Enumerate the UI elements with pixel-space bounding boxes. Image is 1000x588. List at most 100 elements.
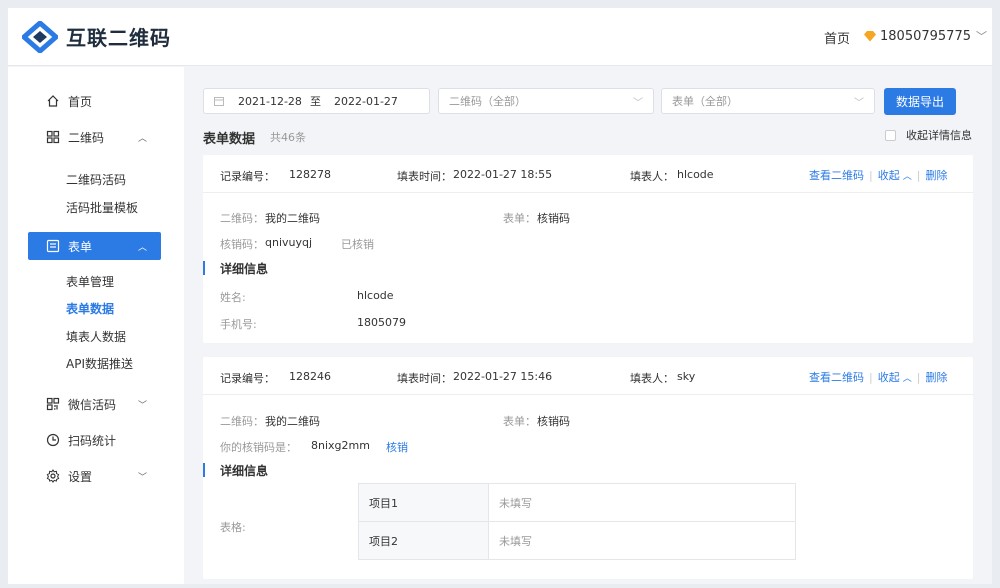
- record-header: 记录编号： 128278 填表时间： 2022-01-27 18:55 填表人：…: [203, 155, 973, 193]
- export-button[interactable]: 数据导出: [884, 88, 956, 115]
- detail-title: 详细信息: [220, 262, 269, 276]
- code-value: qnivuyqj: [265, 236, 313, 249]
- sidebar-subitem-form-data[interactable]: 表单数据: [66, 300, 114, 317]
- diamond-icon: [864, 31, 876, 42]
- record-actions: 查看二维码 | 收起 ︿ | 删除: [809, 369, 947, 385]
- view-qrcode-link[interactable]: 查看二维码: [809, 167, 864, 183]
- field-label: 姓名:: [220, 291, 246, 304]
- record-id: 128246: [289, 370, 331, 383]
- chevron-up-icon[interactable]: ︿: [903, 371, 912, 384]
- date-start[interactable]: 2021-12-28: [238, 95, 310, 108]
- record-header: 记录编号： 128246 填表时间： 2022-01-27 15:46 填表人：…: [203, 357, 973, 395]
- qrcode-filter-value: 二维码（全部）: [449, 95, 526, 108]
- wechat-qr-icon: [46, 397, 60, 411]
- qrcode-label: 二维码：: [220, 212, 264, 225]
- sidebar-subitem-form-manage[interactable]: 表单管理: [66, 273, 114, 290]
- delete-link[interactable]: 删除: [925, 369, 947, 385]
- form-filter-value: 表单（全部）: [672, 95, 738, 108]
- gear-icon: [46, 469, 60, 483]
- collapse-link[interactable]: 收起: [878, 369, 900, 385]
- sidebar-item-home[interactable]: 首页: [28, 87, 161, 115]
- divider: |: [916, 370, 921, 384]
- date-end[interactable]: 2022-01-27: [334, 95, 398, 108]
- sidebar: 首页 二维码 ︿ 二维码活码 活码批量模板 表单 ︿ 表单管理 表单数据 填表人…: [8, 67, 184, 584]
- code-status: 已核销: [341, 238, 374, 251]
- record-time-label: 填表时间：: [397, 372, 452, 385]
- record-time: 2022-01-27 18:55: [453, 168, 553, 181]
- qrcode-filter-select[interactable]: 二维码（全部） ﹀: [438, 88, 654, 114]
- user-phone: 18050795775: [880, 28, 971, 44]
- sidebar-item-scan-stats[interactable]: 扫码统计: [28, 426, 161, 454]
- delete-link[interactable]: 删除: [925, 167, 947, 183]
- sidebar-item-settings[interactable]: 设置 ﹀: [28, 462, 161, 490]
- code-label: 核销码：: [220, 238, 264, 251]
- qrcode-label: 二维码：: [220, 415, 264, 428]
- sidebar-item-qrcode[interactable]: 二维码 ︿: [28, 123, 161, 151]
- page-title: 表单数据: [203, 132, 256, 147]
- date-range-picker[interactable]: 2021-12-28 至 2022-01-27: [203, 88, 430, 114]
- divider: |: [869, 168, 873, 182]
- sidebar-item-label: 表单: [68, 239, 93, 254]
- app-frame: 互联二维码 首页 18050795775 ﹀ 首页 二维码 ︿ 二维码活码 活码…: [8, 8, 992, 584]
- table-row: 项目2 未填写: [358, 521, 796, 560]
- detail-marker: [203, 261, 205, 275]
- code-label: 你的核销码是：: [220, 441, 297, 454]
- table-cell-item: 项目2: [358, 521, 489, 560]
- record-id-label: 记录编号：: [220, 170, 275, 183]
- sidebar-subitem-batch-template[interactable]: 活码批量模板: [66, 199, 138, 216]
- qrcode-icon: [46, 130, 60, 144]
- chevron-up-icon[interactable]: ︿: [903, 169, 912, 182]
- record-filler-label: 填表人：: [630, 372, 674, 385]
- record-id: 128278: [289, 168, 331, 181]
- top-header: 互联二维码 首页 18050795775 ﹀: [8, 8, 992, 66]
- chevron-down-icon: ﹀: [975, 30, 987, 43]
- sidebar-subitem-api-push[interactable]: API数据推送: [66, 355, 133, 372]
- field-value: hlcode: [357, 289, 394, 302]
- sidebar-subitem-filler-data[interactable]: 填表人数据: [66, 328, 126, 345]
- collapse-link[interactable]: 收起: [878, 167, 900, 183]
- form-value: 核销码: [537, 212, 570, 225]
- record-time-label: 填表时间：: [397, 170, 452, 183]
- brand-logo-icon: [22, 21, 58, 53]
- detail-marker: [203, 463, 205, 477]
- table-row: 项目1 未填写: [358, 483, 796, 522]
- detail-table: 项目1 未填写 项目2 未填写: [358, 483, 796, 560]
- form-icon: [46, 239, 60, 253]
- form-label: 表单：: [503, 212, 536, 225]
- brand-name: 互联二维码: [66, 26, 171, 50]
- record-card: 记录编号： 128278 填表时间： 2022-01-27 18:55 填表人：…: [203, 155, 973, 343]
- sidebar-item-label: 设置: [68, 469, 93, 484]
- date-separator: 至: [310, 95, 321, 108]
- table-cell-value: 未填写: [488, 521, 796, 560]
- collapse-details-checkbox[interactable]: [885, 129, 896, 141]
- sidebar-item-label: 二维码: [68, 130, 105, 145]
- sidebar-subitem-qrcode-live[interactable]: 二维码活码: [66, 171, 126, 188]
- record-count: 共46条: [270, 131, 306, 144]
- calendar-icon: [214, 97, 224, 106]
- form-filter-select[interactable]: 表单（全部） ﹀: [661, 88, 875, 114]
- chevron-down-icon: ﹀: [137, 400, 147, 411]
- form-value: 核销码: [537, 415, 570, 428]
- verify-code-link[interactable]: 核销: [386, 439, 408, 455]
- chevron-up-icon: ︿: [137, 133, 147, 144]
- user-menu[interactable]: 18050795775 ﹀: [864, 28, 987, 44]
- collapse-details-toggle[interactable]: 收起详情信息: [885, 127, 972, 143]
- clock-icon: [46, 433, 60, 447]
- qrcode-value: 我的二维码: [265, 415, 320, 428]
- header-home-link[interactable]: 首页: [824, 28, 850, 47]
- field-value: 1805079: [357, 316, 406, 329]
- record-filler: sky: [677, 370, 696, 383]
- record-id-label: 记录编号：: [220, 372, 275, 385]
- sidebar-item-label: 首页: [68, 94, 93, 109]
- form-label: 表单：: [503, 415, 536, 428]
- record-time: 2022-01-27 15:46: [453, 370, 553, 383]
- field-label: 手机号:: [220, 318, 257, 331]
- sidebar-item-label: 扫码统计: [68, 433, 117, 448]
- record-filler: hlcode: [677, 168, 714, 181]
- detail-title: 详细信息: [220, 464, 269, 478]
- sidebar-item-wechat-qr[interactable]: 微信活码 ﹀: [28, 390, 161, 418]
- chevron-down-icon: ﹀: [633, 98, 643, 109]
- table-cell-value: 未填写: [488, 483, 796, 522]
- sidebar-item-form[interactable]: 表单 ︿: [28, 232, 161, 260]
- view-qrcode-link[interactable]: 查看二维码: [809, 369, 864, 385]
